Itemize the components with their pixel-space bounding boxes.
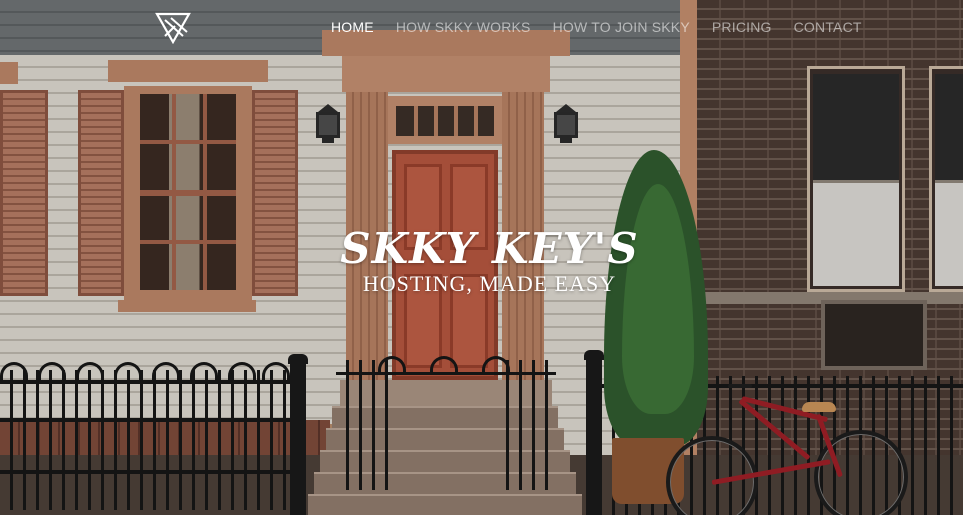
hero-title: SKKY KEY'S xyxy=(340,224,639,273)
nav-contact-link[interactable]: CONTACT xyxy=(794,18,862,36)
nav-how-to-join-link[interactable]: HOW TO JOIN SKKY xyxy=(553,18,690,36)
skky-logo-icon[interactable] xyxy=(155,12,191,45)
logo-mark xyxy=(155,12,191,45)
main-menu: HOME HOW SKKY WORKS HOW TO JOIN SKKY PRI… xyxy=(331,18,884,36)
hero-tagline: HOSTING, MADE EASY xyxy=(362,271,617,296)
nav-home-link[interactable]: HOME xyxy=(331,18,374,36)
nav-pricing-link[interactable]: PRICING xyxy=(712,18,772,36)
top-navigation: HOME HOW SKKY WORKS HOW TO JOIN SKKY PRI… xyxy=(0,0,963,56)
nav-how-skky-works-link[interactable]: HOW SKKY WORKS xyxy=(396,18,531,36)
